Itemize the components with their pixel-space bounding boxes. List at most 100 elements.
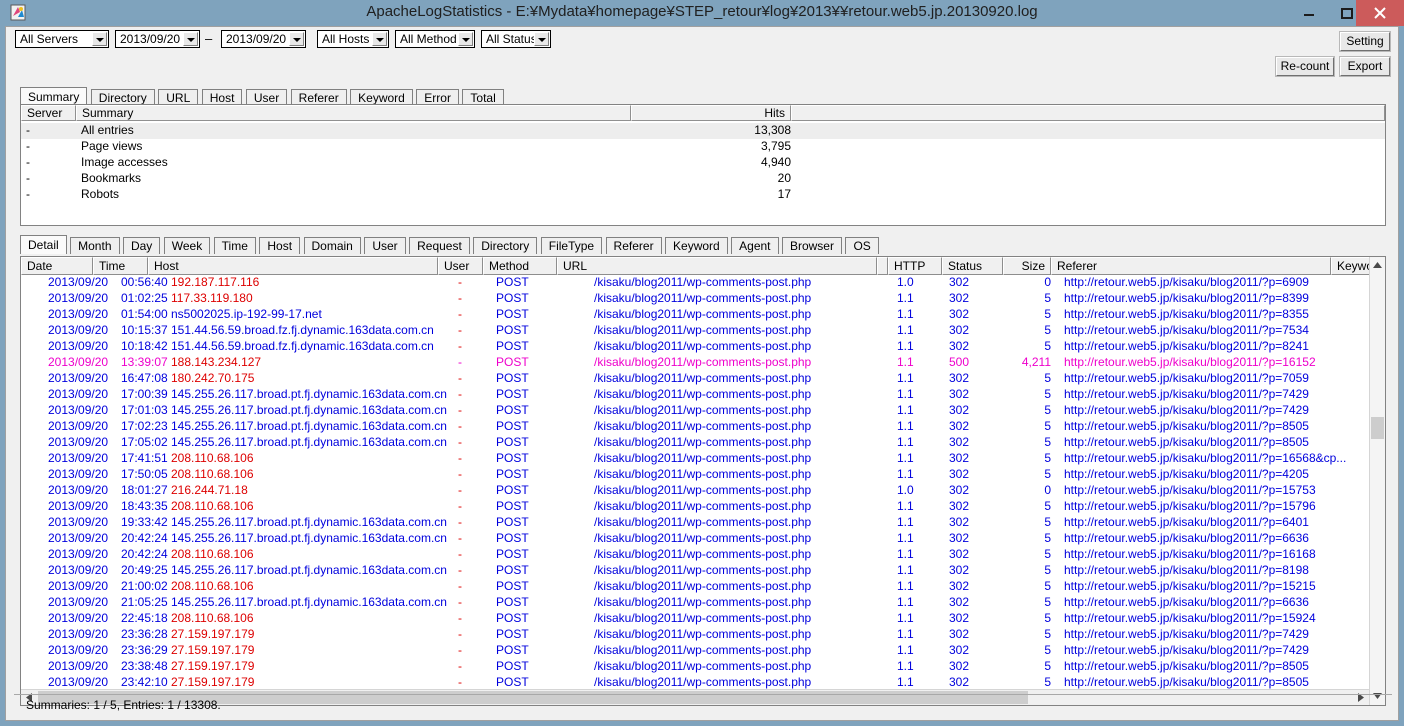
summary-row-server: -	[26, 171, 30, 185]
cell-url: /kisaku/blog2011/wp-comments-post.php	[594, 515, 812, 529]
column-header-summary[interactable]: Summary	[76, 105, 631, 121]
summary-row[interactable]: - Image accesses 4,940	[21, 155, 1385, 171]
cell-referer: http://retour.web5.jp/kisaku/blog2011/?p…	[1064, 547, 1316, 561]
cell-size: 5	[1044, 403, 1051, 417]
status-filter-combo[interactable]: All Status	[481, 30, 551, 48]
table-row[interactable]: 2013/09/20 19:33:42 145.255.26.117.broad…	[21, 515, 1369, 531]
table-row[interactable]: 2013/09/20 18:01:27 216.244.71.18 - POST…	[21, 483, 1369, 499]
cell-method: POST	[496, 387, 529, 401]
tab-host2[interactable]: Host	[259, 237, 301, 254]
tab-time[interactable]: Time	[213, 237, 256, 254]
tab-week[interactable]: Week	[163, 237, 211, 254]
chevron-down-icon[interactable]	[458, 32, 473, 46]
summary-row[interactable]: - Page views 3,795	[21, 139, 1385, 155]
tab-month[interactable]: Month	[70, 237, 120, 254]
table-row[interactable]: 2013/09/20 20:42:24 208.110.68.106 - POS…	[21, 547, 1369, 563]
tab-request[interactable]: Request	[409, 237, 470, 254]
cell-host: 208.110.68.106	[171, 467, 254, 481]
column-header-time[interactable]: Time	[93, 257, 148, 275]
cell-referer: http://retour.web5.jp/kisaku/blog2011/?p…	[1064, 595, 1309, 609]
detail-table-header: Date Time Host User Method URL HTTP Stat…	[21, 257, 1385, 275]
table-row[interactable]: 2013/09/20 00:56:40 192.187.117.116 - PO…	[21, 275, 1369, 291]
column-header-url[interactable]: URL	[557, 257, 877, 275]
table-row[interactable]: 2013/09/20 22:45:18 208.110.68.106 - POS…	[21, 611, 1369, 627]
setting-button[interactable]: Setting	[1340, 32, 1390, 51]
table-row[interactable]: 2013/09/20 17:00:39 145.255.26.117.broad…	[21, 387, 1369, 403]
cell-url: /kisaku/blog2011/wp-comments-post.php	[594, 419, 812, 433]
chevron-down-icon[interactable]	[534, 32, 549, 46]
table-row[interactable]: 2013/09/20 23:42:10 27.159.197.179 - POS…	[21, 675, 1369, 689]
date-to-combo[interactable]: 2013/09/20	[221, 30, 306, 48]
chevron-down-icon[interactable]	[183, 32, 198, 46]
close-button[interactable]	[1356, 0, 1404, 26]
column-header-host[interactable]: Host	[148, 257, 438, 275]
column-header-size[interactable]: Size	[1003, 257, 1051, 275]
table-row[interactable]: 2013/09/20 16:47:08 180.242.70.175 - POS…	[21, 371, 1369, 387]
table-row[interactable]: 2013/09/20 13:39:07 188.143.234.127 - PO…	[21, 355, 1369, 371]
cell-method: POST	[496, 499, 529, 513]
table-row[interactable]: 2013/09/20 01:54:00 ns5002025.ip-192-99-…	[21, 307, 1369, 323]
summary-row[interactable]: - Robots 17	[21, 187, 1385, 203]
host-filter-combo[interactable]: All Hosts	[317, 30, 389, 48]
tab-user2[interactable]: User	[364, 237, 406, 254]
minimize-button[interactable]	[1290, 0, 1328, 26]
cell-http: 1.1	[897, 339, 914, 353]
chevron-down-icon[interactable]	[92, 32, 107, 46]
cell-referer: http://retour.web5.jp/kisaku/blog2011/?p…	[1064, 307, 1309, 321]
cell-date: 2013/09/20	[48, 275, 109, 289]
summary-row[interactable]: - All entries 13,308	[21, 123, 1385, 139]
tab-agent[interactable]: Agent	[731, 237, 779, 254]
column-header-referer[interactable]: Referer	[1051, 257, 1331, 275]
cell-referer: http://retour.web5.jp/kisaku/blog2011/?p…	[1064, 611, 1316, 625]
detail-vertical-scrollbar[interactable]	[1369, 257, 1385, 705]
date-from-combo[interactable]: 2013/09/20	[115, 30, 200, 48]
tab-filetype[interactable]: FileType	[540, 237, 603, 254]
table-row[interactable]: 2013/09/20 17:01:03 145.255.26.117.broad…	[21, 403, 1369, 419]
table-row[interactable]: 2013/09/20 21:00:02 208.110.68.106 - POS…	[21, 579, 1369, 595]
table-row[interactable]: 2013/09/20 23:36:29 27.159.197.179 - POS…	[21, 643, 1369, 659]
tab-browser[interactable]: Browser	[781, 237, 842, 254]
cell-host: 145.255.26.117.broad.pt.fj.dynamic.163da…	[171, 435, 447, 449]
cell-time: 17:41:51	[121, 451, 168, 465]
tab-directory2[interactable]: Directory	[473, 237, 538, 254]
chevron-down-icon[interactable]	[289, 32, 304, 46]
chevron-down-icon[interactable]	[372, 32, 387, 46]
tab-domain[interactable]: Domain	[303, 237, 361, 254]
table-row[interactable]: 2013/09/20 23:38:48 27.159.197.179 - POS…	[21, 659, 1369, 675]
column-header-hits[interactable]: Hits	[631, 105, 791, 121]
summary-row-label: Robots	[81, 187, 120, 201]
tab-detail[interactable]: Detail	[20, 235, 67, 254]
table-row[interactable]: 2013/09/20 21:05:25 145.255.26.117.broad…	[21, 595, 1369, 611]
tab-keyword2[interactable]: Keyword	[665, 237, 728, 254]
tab-day[interactable]: Day	[122, 237, 161, 254]
table-row[interactable]: 2013/09/20 17:41:51 208.110.68.106 - POS…	[21, 451, 1369, 467]
column-header-method[interactable]: Method	[483, 257, 557, 275]
scroll-up-button[interactable]	[1370, 257, 1385, 274]
tab-os[interactable]: OS	[845, 237, 879, 254]
summary-row[interactable]: - Bookmarks 20	[21, 171, 1385, 187]
table-row[interactable]: 2013/09/20 17:05:02 145.255.26.117.broad…	[21, 435, 1369, 451]
recount-button[interactable]: Re-count	[1276, 57, 1334, 76]
column-header-http[interactable]: HTTP	[888, 257, 942, 275]
table-row[interactable]: 2013/09/20 10:18:42 151.44.56.59.broad.f…	[21, 339, 1369, 355]
table-row[interactable]: 2013/09/20 20:49:25 145.255.26.117.broad…	[21, 563, 1369, 579]
column-header-date[interactable]: Date	[21, 257, 93, 275]
status-bar: Summaries: 1 / 5, Entries: 1 / 13308.	[14, 694, 1392, 714]
summary-row-label: All entries	[81, 123, 134, 137]
column-header-user[interactable]: User	[438, 257, 483, 275]
vertical-scroll-thumb[interactable]	[1371, 417, 1384, 439]
column-header-status[interactable]: Status	[942, 257, 1003, 275]
column-header-server[interactable]: Server	[21, 105, 76, 121]
export-button[interactable]: Export	[1340, 57, 1390, 76]
table-row[interactable]: 2013/09/20 23:36:28 27.159.197.179 - POS…	[21, 627, 1369, 643]
table-row[interactable]: 2013/09/20 10:15:37 151.44.56.59.broad.f…	[21, 323, 1369, 339]
tab-referer2[interactable]: Referer	[605, 237, 662, 254]
method-filter-combo[interactable]: All Method	[395, 30, 475, 48]
table-row[interactable]: 2013/09/20 01:02:25 117.33.119.180 - POS…	[21, 291, 1369, 307]
table-row[interactable]: 2013/09/20 18:43:35 208.110.68.106 - POS…	[21, 499, 1369, 515]
table-row[interactable]: 2013/09/20 17:02:23 145.255.26.117.broad…	[21, 419, 1369, 435]
cell-size: 5	[1044, 307, 1051, 321]
table-row[interactable]: 2013/09/20 17:50:05 208.110.68.106 - POS…	[21, 467, 1369, 483]
server-filter-combo[interactable]: All Servers	[15, 30, 109, 48]
table-row[interactable]: 2013/09/20 20:42:24 145.255.26.117.broad…	[21, 531, 1369, 547]
